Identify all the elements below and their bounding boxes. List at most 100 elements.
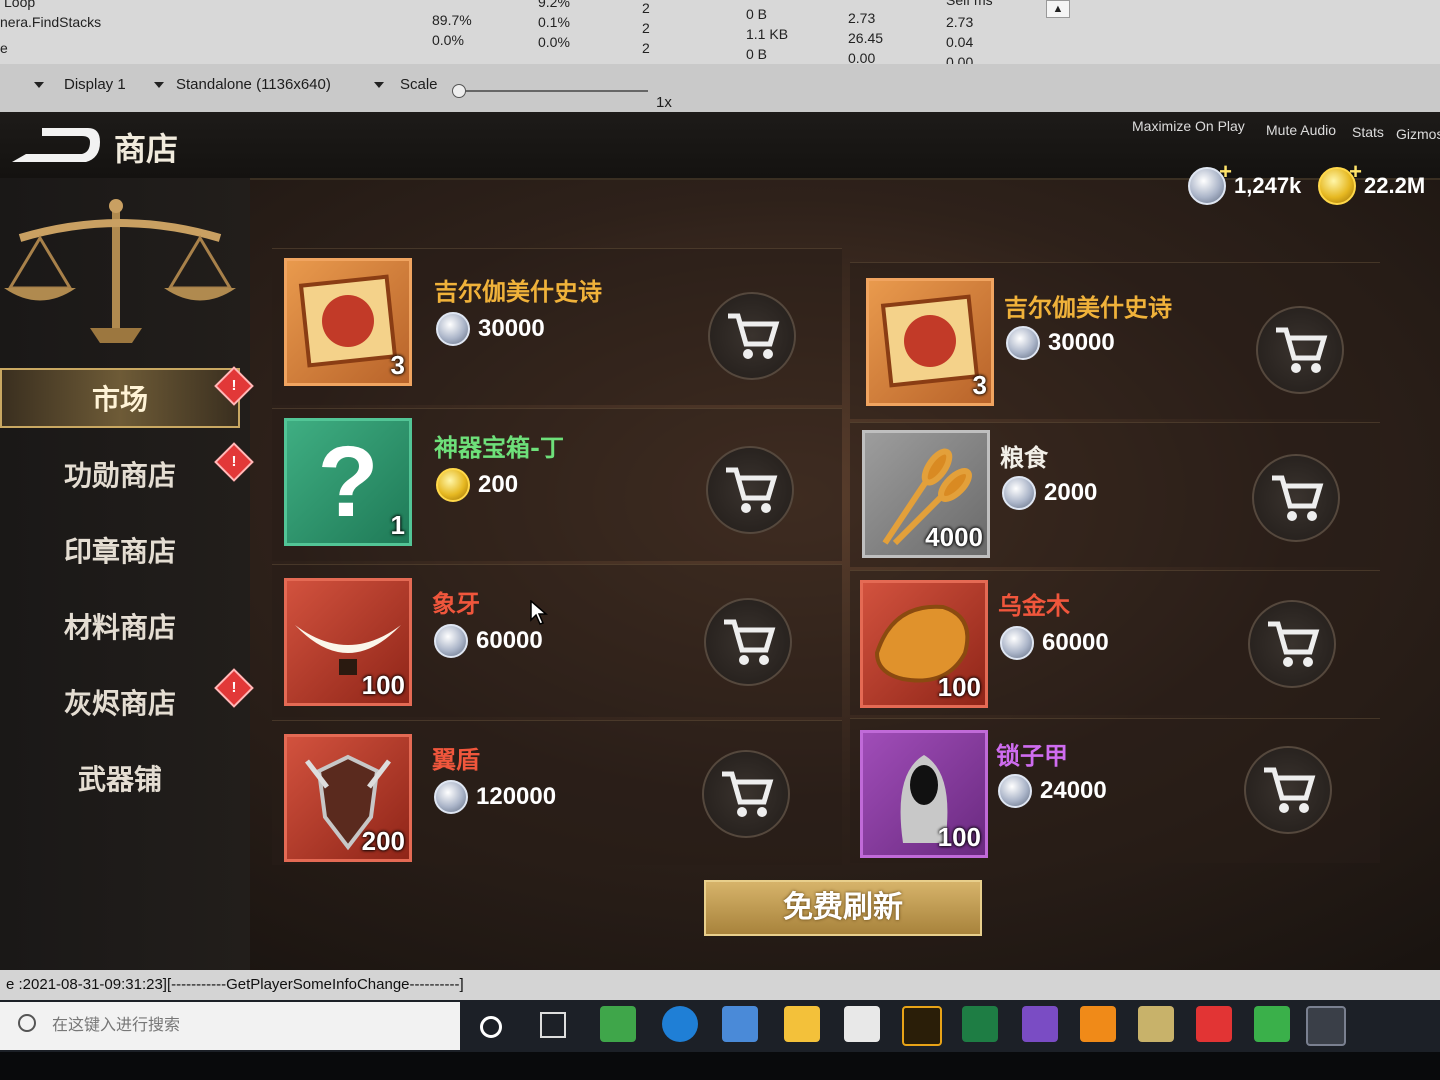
silver-amount: 1,247k <box>1234 173 1302 198</box>
stats-toggle[interactable]: Stats <box>1352 124 1384 140</box>
mystery-chest-icon[interactable]: ? 1 <box>284 418 412 546</box>
store-icon[interactable] <box>722 1006 758 1042</box>
item-price: 120000 <box>434 780 556 814</box>
silver-coin-icon <box>1002 476 1036 510</box>
nav-merit-shop[interactable]: 功勋商店 <box>0 446 240 506</box>
item-price: 30000 <box>1006 326 1115 360</box>
buy-cart-button[interactable] <box>1244 746 1332 834</box>
nav-label: 功勋商店 <box>63 459 176 492</box>
visual-studio-icon[interactable] <box>1022 1006 1058 1042</box>
nav-ember-shop[interactable]: 灰烬商店 <box>0 674 240 734</box>
edge-browser-icon[interactable] <box>662 1006 698 1042</box>
item-count: 3 <box>972 370 987 400</box>
chat-app-icon[interactable] <box>1254 1006 1290 1042</box>
buy-cart-button[interactable] <box>704 598 792 686</box>
item-name: 锁子甲 <box>996 741 1068 770</box>
red-app-icon[interactable] <box>1196 1006 1232 1042</box>
profiler-col-calls: 222 <box>642 0 650 56</box>
back-arrow-icon[interactable] <box>6 122 102 166</box>
epic-book-icon[interactable]: 3 <box>284 258 412 386</box>
ebony-wood-icon[interactable]: 100 <box>860 580 988 708</box>
scroll-up-icon[interactable]: ▲ <box>1046 0 1070 18</box>
epic-book-icon[interactable]: 3 <box>866 278 994 406</box>
cart-icon <box>1272 475 1324 521</box>
item-count: 100 <box>361 670 405 700</box>
nav-seal-shop[interactable]: 印章商店 <box>0 522 240 582</box>
profiler-row-label[interactable]: nera.FindStacks <box>0 14 101 30</box>
silver-coin-icon <box>434 780 468 814</box>
app-icon[interactable] <box>600 1006 636 1042</box>
game-view-toolbar: Display 1 Standalone (1136x640) Scale 1x <box>0 64 1440 113</box>
profiler-col-selfms: 2.73 0.04 0.00 <box>946 14 974 70</box>
buy-cart-button[interactable] <box>706 446 794 534</box>
cart-icon <box>1264 767 1316 813</box>
monitor-bezel <box>0 1052 1440 1080</box>
gold-amount: 22.2M <box>1364 173 1426 198</box>
cortana-icon[interactable] <box>480 1016 502 1038</box>
profiler-row-label: e <box>0 40 8 56</box>
wheat-icon[interactable]: 4000 <box>862 430 990 558</box>
item-count: 1 <box>390 510 405 540</box>
shop-sidebar: 市场 功勋商店 印章商店 材料商店 灰烬商店 武器铺 <box>0 178 250 970</box>
console-log-line[interactable]: e :2021-08-31-09:31:23][-----------GetPl… <box>0 970 1440 1000</box>
nav-label: 印章商店 <box>63 535 176 568</box>
silver-coin-icon: + <box>1188 159 1232 205</box>
item-name: 象牙 <box>432 589 480 618</box>
file-explorer-icon[interactable] <box>784 1006 820 1042</box>
nav-label: 武器铺 <box>77 763 162 796</box>
silver-coin-icon <box>1006 326 1040 360</box>
buy-cart-button[interactable] <box>1256 306 1344 394</box>
profiler-col-header[interactable]: Self ms <box>946 0 993 8</box>
taskbar-search-input[interactable]: 在这键入进行搜索 <box>0 1002 460 1050</box>
buy-cart-button[interactable] <box>1248 600 1336 688</box>
chevron-down-icon[interactable] <box>374 76 390 93</box>
item-price: 60000 <box>434 624 543 658</box>
item-count: 100 <box>937 822 981 852</box>
maximize-on-play-toggle[interactable]: Maximize On Play <box>1132 118 1245 134</box>
nav-market[interactable]: 市场 <box>0 368 240 428</box>
excel-icon[interactable] <box>962 1006 998 1042</box>
balance-scale-icon <box>4 199 236 343</box>
item-count: 4000 <box>925 522 983 552</box>
gizmos-dropdown[interactable]: Gizmos <box>1396 126 1440 142</box>
cart-icon <box>728 313 780 359</box>
ui-app-icon[interactable] <box>902 1006 942 1046</box>
chainmail-icon[interactable]: 100 <box>860 730 988 858</box>
chevron-down-icon[interactable] <box>34 76 50 93</box>
item-count: 3 <box>390 350 405 380</box>
mail-icon[interactable] <box>844 1006 880 1042</box>
profiler-col-total: 89.7% 0.0% <box>432 12 472 48</box>
buy-cart-button[interactable] <box>702 750 790 838</box>
profiler-col-time: 2.73 26.45 0.00 <box>848 10 884 66</box>
wing-shield-icon[interactable]: 200 <box>284 734 412 862</box>
display-dropdown[interactable]: Display 1 <box>64 76 126 93</box>
sheet-app-icon[interactable] <box>1080 1006 1116 1042</box>
nav-material-shop[interactable]: 材料商店 <box>0 598 240 658</box>
item-price: 60000 <box>1000 626 1109 660</box>
item-name: 吉尔伽美什史诗 <box>1004 293 1172 322</box>
resolution-dropdown[interactable]: Standalone (1136x640) <box>176 76 331 93</box>
item-price: 30000 <box>436 312 545 346</box>
item-count: 200 <box>361 826 405 856</box>
game-viewport: 商店 + 1,247k + 22.2M 市场 功勋商店 印章商店 材料商店 灰烬… <box>0 112 1440 970</box>
doc-app-icon[interactable] <box>1138 1006 1174 1042</box>
chevron-down-icon[interactable] <box>154 76 170 93</box>
gold-coin-icon <box>436 468 470 502</box>
item-name: 粮食 <box>1000 443 1048 472</box>
scale-slider-handle[interactable] <box>452 84 466 98</box>
scale-slider-track[interactable] <box>456 90 648 92</box>
free-refresh-button[interactable]: 免费刷新 <box>704 880 982 936</box>
page-title: 商店 <box>114 130 179 168</box>
mute-audio-toggle[interactable]: Mute Audio <box>1266 122 1336 138</box>
gold-currency[interactable]: + 22.2M <box>1318 159 1426 205</box>
nav-weapon-shop[interactable]: 武器铺 <box>0 750 240 810</box>
add-icon[interactable]: + <box>1219 159 1232 185</box>
buy-cart-button[interactable] <box>708 292 796 380</box>
task-view-icon[interactable] <box>540 1012 566 1038</box>
add-icon[interactable]: + <box>1349 159 1362 185</box>
unity-icon[interactable] <box>1306 1006 1346 1046</box>
silver-currency[interactable]: + 1,247k <box>1188 159 1302 205</box>
buy-cart-button[interactable] <box>1252 454 1340 542</box>
silver-coin-icon <box>998 774 1032 808</box>
ivory-icon[interactable]: 100 <box>284 578 412 706</box>
